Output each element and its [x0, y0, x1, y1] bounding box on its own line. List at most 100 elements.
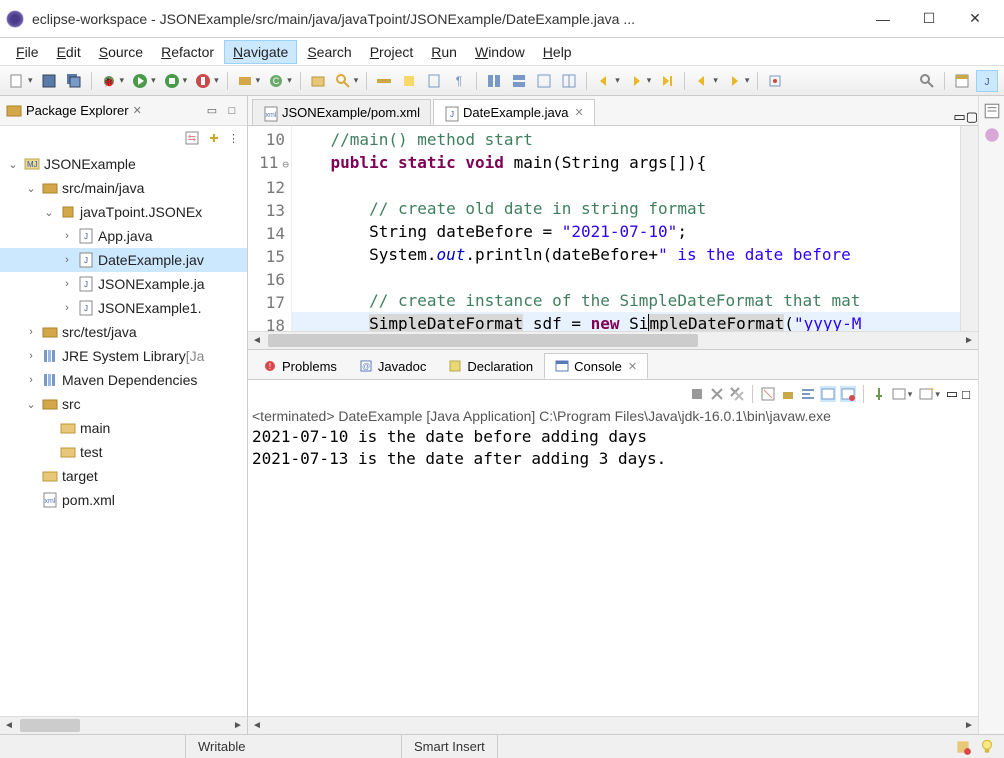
word-wrap-icon[interactable]	[800, 386, 816, 402]
tb-misc-3[interactable]	[533, 70, 555, 92]
debug-button[interactable]: 🐞	[98, 70, 120, 92]
back-button[interactable]	[593, 70, 615, 92]
menu-refactor[interactable]: Refactor	[153, 41, 222, 63]
svg-text:⇆: ⇆	[188, 133, 196, 144]
pin-button[interactable]	[764, 70, 786, 92]
editor-body[interactable]: 1011⊖1213141516171819 //main() method st…	[248, 126, 978, 331]
tb-misc-4[interactable]	[558, 70, 580, 92]
show-whitespace-button[interactable]: ¶	[448, 70, 470, 92]
menu-run[interactable]: Run	[423, 41, 465, 63]
open-type-button[interactable]	[307, 70, 329, 92]
tree-item[interactable]: ⌄src	[0, 392, 247, 416]
remove-all-icon[interactable]	[729, 386, 745, 402]
maximize-button[interactable]: ☐	[906, 4, 952, 34]
explorer-scrollbar[interactable]: ◄►	[0, 716, 247, 734]
tb-misc-2[interactable]	[508, 70, 530, 92]
coverage-button[interactable]	[161, 70, 183, 92]
toggle-mark-button[interactable]	[398, 70, 420, 92]
quick-access-button[interactable]	[916, 70, 938, 92]
panel-minimize-icon[interactable]: ▭	[946, 386, 958, 402]
tree-item[interactable]: xmlpom.xml	[0, 488, 247, 512]
new-package-button[interactable]	[234, 70, 256, 92]
tree-item[interactable]: main	[0, 416, 247, 440]
new-class-button[interactable]: C	[265, 70, 287, 92]
minimize-view-icon[interactable]: ▭	[203, 102, 221, 120]
close-button[interactable]: ✕	[952, 4, 998, 34]
display-console-icon[interactable]	[891, 386, 907, 402]
toggle-block-button[interactable]	[423, 70, 445, 92]
show-stderr-icon[interactable]	[840, 386, 856, 402]
save-all-button[interactable]	[63, 70, 85, 92]
minimize-button[interactable]: —	[860, 4, 906, 34]
run-button[interactable]	[129, 70, 151, 92]
menu-help[interactable]: Help	[535, 41, 580, 63]
tree-item[interactable]: ›JDateExample.jav	[0, 248, 247, 272]
search-button[interactable]	[332, 70, 354, 92]
tree[interactable]: ⌄MJJSONExample⌄src/main/java⌄javaTpoint.…	[0, 150, 247, 716]
editor-min-icon[interactable]: ▭	[953, 109, 965, 125]
terminate-icon[interactable]	[689, 386, 705, 402]
external-tools-button[interactable]	[192, 70, 214, 92]
tree-item[interactable]: ›JJSONExample1.	[0, 296, 247, 320]
prev-annotation-button[interactable]	[691, 70, 713, 92]
outline-icon[interactable]	[983, 102, 1001, 120]
show-console-icon[interactable]	[820, 386, 836, 402]
save-button[interactable]	[38, 70, 60, 92]
menu-file[interactable]: File	[8, 41, 47, 63]
tree-item[interactable]: test	[0, 440, 247, 464]
tip-icon[interactable]	[978, 738, 996, 756]
package-explorer-title: Package Explorer	[26, 103, 129, 118]
next-annotation-button[interactable]	[723, 70, 745, 92]
panel-tab-problems[interactable]: !Problems	[252, 353, 348, 379]
console-hscrollbar[interactable]: ◄►	[248, 716, 978, 734]
panel-maximize-icon[interactable]: □	[962, 387, 970, 402]
tree-item[interactable]: target	[0, 464, 247, 488]
console-output[interactable]: 2021-07-10 is the date before adding day…	[248, 424, 978, 716]
link-editor-icon[interactable]	[206, 130, 222, 146]
menu-edit[interactable]: Edit	[49, 41, 89, 63]
scroll-lock-icon[interactable]	[780, 386, 796, 402]
svg-text:J: J	[84, 256, 88, 265]
menu-search[interactable]: Search	[299, 41, 359, 63]
right-trim	[978, 96, 1004, 734]
task-list-icon[interactable]	[983, 126, 1001, 144]
editor-vscrollbar[interactable]	[960, 126, 978, 331]
status-icon-1[interactable]	[954, 738, 972, 756]
collapse-all-icon[interactable]: ⇆	[184, 130, 200, 146]
new-button[interactable]	[6, 70, 28, 92]
tree-item[interactable]: ⌄src/main/java	[0, 176, 247, 200]
tb-misc-1[interactable]	[483, 70, 505, 92]
menu-source[interactable]: Source	[91, 41, 151, 63]
maximize-view-icon[interactable]: □	[223, 102, 241, 120]
code-area[interactable]: //main() method start public static void…	[292, 126, 960, 331]
tree-item[interactable]: ›JRE System Library [Ja	[0, 344, 247, 368]
tree-item[interactable]: ›JJSONExample.ja	[0, 272, 247, 296]
open-console-icon[interactable]: +	[918, 386, 934, 402]
editor-hscrollbar[interactable]: ◄►	[248, 331, 978, 349]
view-menu-icon[interactable]: ⋮	[228, 132, 239, 145]
pin-console-icon[interactable]	[871, 386, 887, 402]
last-edit-button[interactable]	[656, 70, 678, 92]
panel-tab-declaration[interactable]: Declaration	[437, 353, 544, 379]
panel-tab-javadoc[interactable]: @Javadoc	[348, 353, 437, 379]
editor-max-icon[interactable]: ▢	[966, 109, 978, 125]
editor-tab[interactable]: JDateExample.java✕	[433, 99, 595, 125]
tree-item[interactable]: ⌄MJJSONExample	[0, 152, 247, 176]
svg-text:!: !	[269, 362, 271, 371]
editor-tab[interactable]: xmlJSONExample/pom.xml	[252, 99, 431, 125]
forward-button[interactable]	[625, 70, 647, 92]
panel-tab-console[interactable]: Console✕	[544, 353, 648, 379]
package-explorer-close[interactable]: ✕	[133, 104, 142, 117]
menu-navigate[interactable]: Navigate	[224, 40, 297, 64]
menu-window[interactable]: Window	[467, 41, 533, 63]
open-perspective-button[interactable]	[951, 70, 973, 92]
tree-item[interactable]: ›src/test/java	[0, 320, 247, 344]
tree-item[interactable]: ›JApp.java	[0, 224, 247, 248]
toggle-breadcrumb-button[interactable]	[373, 70, 395, 92]
remove-launch-icon[interactable]	[709, 386, 725, 402]
tree-item[interactable]: ⌄javaTpoint.JSONEx	[0, 200, 247, 224]
java-perspective-button[interactable]: J	[976, 70, 998, 92]
menu-project[interactable]: Project	[362, 41, 422, 63]
tree-item[interactable]: ›Maven Dependencies	[0, 368, 247, 392]
clear-console-icon[interactable]	[760, 386, 776, 402]
